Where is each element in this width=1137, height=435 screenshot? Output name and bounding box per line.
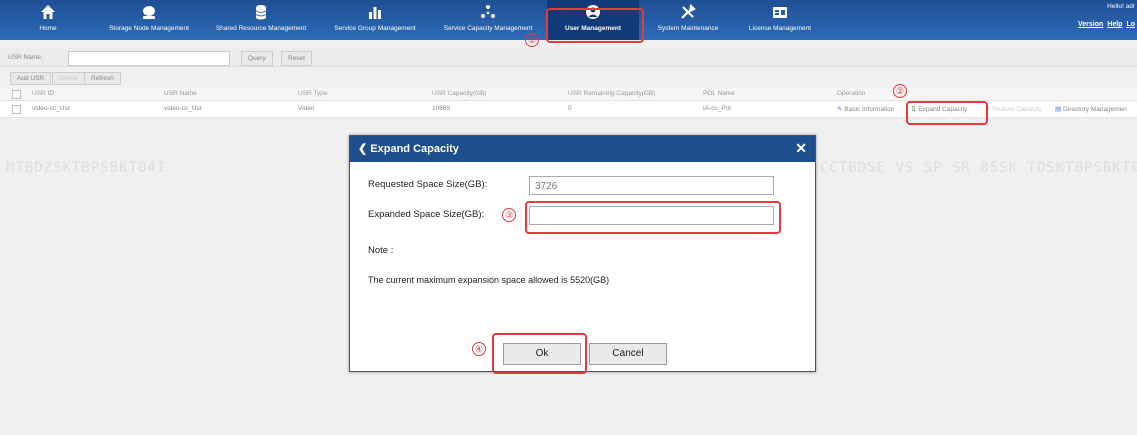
nav-home-label: Home (39, 25, 57, 32)
capacity-icon (481, 5, 495, 18)
annotation-box-3 (525, 201, 781, 234)
expanded-size-label: Expanded Space Size(GB): (368, 209, 485, 220)
nav-service-group-management[interactable]: Service Group Management (324, 0, 426, 40)
nav-storage-node-label: Storage Node Management (109, 25, 189, 32)
storage-node-icon (143, 6, 155, 19)
nav-license-management[interactable]: License Management (740, 0, 820, 40)
row-checkbox[interactable] (12, 105, 21, 114)
directory-management-link[interactable]: ▤ Directory Managemen (1055, 105, 1127, 113)
query-button[interactable]: Query (241, 51, 273, 66)
delete-button[interactable]: Delete (52, 72, 85, 85)
nav-service-capacity-management[interactable]: Service Capacity Management (434, 0, 542, 40)
cancel-button[interactable]: Cancel (589, 343, 667, 365)
background-watermark-left: MTBDZSKTBPSBKT04I (6, 160, 167, 176)
folder-icon: ▤ (1055, 106, 1062, 113)
annotation-box-1 (546, 8, 644, 43)
nav-home[interactable]: Home (28, 0, 68, 40)
annotation-box-2 (906, 101, 988, 125)
reduce-capacity-label: Reduce Capacity (992, 106, 1042, 113)
nav-system-maintenance-label: System Maintenance (657, 25, 719, 32)
license-icon (773, 7, 787, 18)
close-icon[interactable]: ✕ (795, 140, 807, 157)
top-links: Version Help Lo (1074, 21, 1135, 28)
annotation-number-2: ② (893, 84, 907, 98)
cell-usr-capacity: 10669 (432, 105, 451, 112)
col-usr-remaining: USR Remaining Capacity(GB) (568, 90, 656, 97)
cell-usr-remaining: 0 (568, 105, 572, 112)
requested-size-label: Requested Space Size(GB): (368, 179, 488, 190)
col-usr-type: USR Type (298, 90, 328, 97)
background-watermark-right: CCTBDSE VS SP SR 05SK TOSKTBPSBKT04I (820, 160, 1137, 176)
dialog-title[interactable]: ❮ Expand Capacity (358, 142, 459, 155)
reduce-capacity-link[interactable]: ⇵ Reduce Capacity (985, 105, 1042, 113)
dialog-header: ❮ Expand Capacity ✕ (350, 136, 815, 162)
usr-name-label: USR Name: (8, 54, 43, 61)
tools-icon (681, 4, 696, 19)
database-icon (255, 5, 267, 20)
cell-pol-name: IA-cc_Pol (703, 105, 731, 112)
col-pol-name: POL Name (703, 90, 735, 97)
directory-management-label: Directory Managemen (1062, 106, 1127, 113)
col-usr-name: USR Name (164, 90, 197, 97)
nav-system-maintenance[interactable]: System Maintenance (648, 0, 728, 40)
pencil-icon: ✎ (837, 106, 843, 113)
dialog-title-text: Expand Capacity (370, 143, 459, 155)
col-usr-id: USR ID (32, 90, 55, 97)
requested-size-field[interactable]: 3726 (529, 176, 774, 195)
back-chevron-icon: ❮ (358, 143, 368, 155)
home-icon (41, 5, 55, 19)
annotation-number-3: ③ (502, 208, 516, 222)
note-label: Note : (368, 245, 394, 256)
nav-service-capacity-label: Service Capacity Management (443, 25, 533, 32)
cell-usr-name: video-cc_Usr (164, 105, 202, 112)
annotation-number-1: ① (525, 33, 539, 47)
group-icon (369, 7, 381, 19)
col-operation: Operation (837, 90, 866, 97)
col-usr-capacity: USR Capacity(GB) (432, 90, 487, 97)
nav-service-group-label: Service Group Management (334, 25, 416, 32)
greeting-text: Hello! adr (1107, 3, 1135, 10)
toolbar (0, 70, 1137, 86)
cell-usr-id: video-cc_Usr (32, 105, 70, 112)
basic-information-label: Basic Information (844, 106, 895, 113)
nav-shared-resource-management[interactable]: Shared Resource Management (204, 0, 318, 40)
help-link[interactable]: Help (1107, 21, 1122, 28)
logout-link[interactable]: Lo (1126, 21, 1135, 28)
note-text: The current maximum expansion space allo… (368, 275, 610, 285)
usr-name-input[interactable] (68, 51, 230, 66)
reset-button[interactable]: Reset (281, 51, 312, 66)
table-header: USR ID USR Name USR Type USR Capacity(GB… (0, 88, 1137, 101)
annotation-box-4 (492, 333, 587, 374)
annotation-number-4: ④ (472, 342, 486, 356)
select-all-checkbox[interactable] (12, 90, 21, 99)
nav-storage-node-management[interactable]: Storage Node Management (98, 0, 200, 40)
refresh-button[interactable]: Refresh (84, 72, 121, 85)
nav-license-management-label: License Management (748, 25, 812, 32)
basic-information-link[interactable]: ✎ Basic Information (837, 105, 894, 113)
cell-usr-type: Video (298, 105, 315, 112)
nav-shared-resource-label: Shared Resource Management (215, 25, 307, 32)
version-link[interactable]: Version (1078, 21, 1103, 28)
add-usr-button[interactable]: Add USR (10, 72, 52, 85)
